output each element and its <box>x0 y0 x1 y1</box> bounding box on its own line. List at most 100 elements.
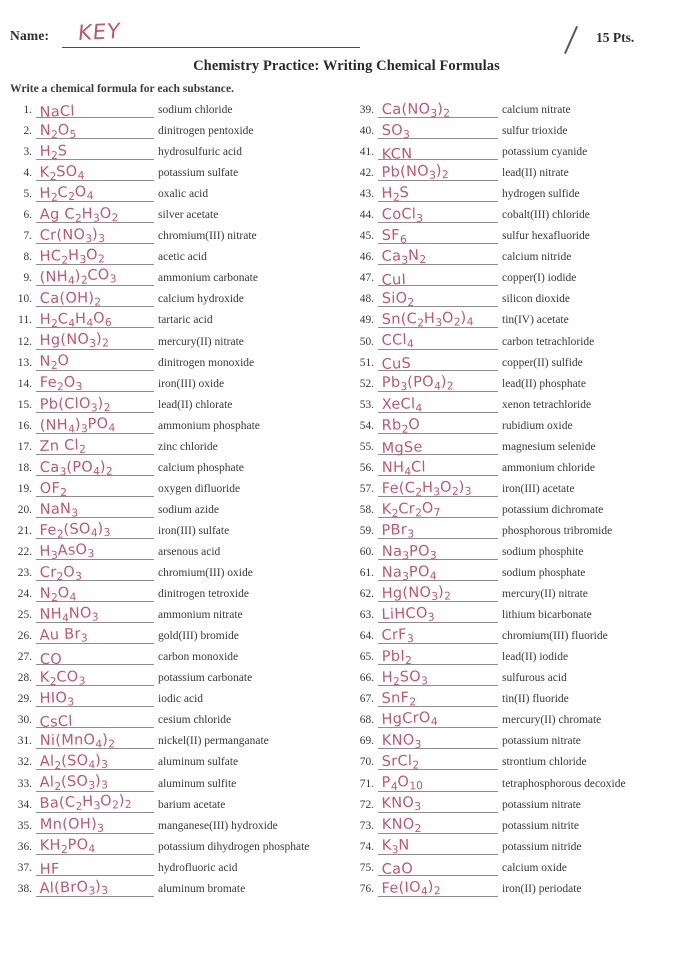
answer-blank[interactable]: CuS <box>378 353 498 374</box>
answer-blank[interactable]: Rb2O <box>378 416 498 437</box>
answer-blank[interactable]: NaN3 <box>36 500 154 521</box>
item-number: 57. <box>359 482 374 495</box>
answer-blank[interactable]: N2O5 <box>36 121 154 142</box>
answer-blank[interactable]: CsCl <box>36 710 154 731</box>
substance-name: dinitrogen pentoxide <box>158 125 254 138</box>
answer-blank[interactable]: KNO2 <box>378 816 498 837</box>
answer-blank[interactable]: Ni(MnO4)2 <box>36 731 154 752</box>
answer-blank[interactable]: Al(BrO3)3 <box>36 878 154 900</box>
answer-blank[interactable]: H2C2O4 <box>36 184 154 205</box>
answer-blank[interactable]: Al2(SO3)3 <box>36 773 154 795</box>
answer-blank[interactable]: XeCl4 <box>378 395 498 416</box>
answer-blank[interactable]: CCl4 <box>378 332 498 353</box>
answer-blank[interactable]: CoCl3 <box>378 205 498 226</box>
answer-blank[interactable]: SnF2 <box>378 689 498 710</box>
item-number: 6. <box>23 209 32 222</box>
answer-blank[interactable]: PbI2 <box>378 647 498 668</box>
answer-blank[interactable]: Ca3(PO4)2 <box>36 458 154 479</box>
answer-blank[interactable]: N2O <box>36 353 154 374</box>
answer-blank[interactable]: Au Br3 <box>36 626 154 647</box>
answer-blank[interactable]: Fe2(SO4)3 <box>36 520 154 542</box>
substance-name: copper(II) sulfide <box>502 356 583 369</box>
answer-blank[interactable]: HF <box>36 858 154 879</box>
answer-blank[interactable]: Ba(C2H3O2)2 <box>36 793 154 816</box>
formula-item-row: 43. H2S hydrogen sulfide <box>348 184 693 205</box>
answer-blank[interactable]: CO <box>36 647 154 668</box>
answer-blank[interactable]: NaCl <box>36 100 154 121</box>
formula-item-row: 55. MgSe magnesium selenide <box>348 437 693 458</box>
answer-blank[interactable]: CaO <box>378 858 498 879</box>
substance-name: manganese(III) hydroxide <box>158 819 278 832</box>
answer-blank[interactable]: K2Cr2O7 <box>378 500 498 521</box>
answer-blank[interactable]: Ca(NO3)2 <box>378 100 498 121</box>
answer-blank[interactable]: HIO3 <box>36 689 154 710</box>
handwritten-formula: KNO2 <box>381 816 422 836</box>
answer-blank[interactable]: CuI <box>378 268 498 289</box>
answer-blank[interactable]: Pb3(PO4)2 <box>378 374 498 395</box>
answer-blank[interactable]: OF2 <box>36 479 154 500</box>
substance-name: potassium nitrite <box>502 819 579 832</box>
answer-blank[interactable]: Al2(SO4)3 <box>36 752 154 773</box>
answer-blank[interactable]: SF6 <box>378 226 498 247</box>
answer-blank[interactable]: Fe(C2H3O2)3 <box>378 479 498 500</box>
answer-blank[interactable]: P4O10 <box>378 774 498 795</box>
answer-blank[interactable]: K3N <box>378 837 498 858</box>
substance-name: cobalt(III) chloride <box>502 209 590 222</box>
items-columns: 1. NaCl sodium chloride 2. N2O5 dinitrogen pe… <box>0 100 693 940</box>
answer-blank[interactable]: H2C4H4O6 <box>36 310 154 331</box>
answer-blank[interactable]: MgSe <box>378 437 498 458</box>
answer-blank[interactable]: Ag C2H3O2 <box>36 205 154 226</box>
answer-blank[interactable]: Fe(IO4)2 <box>378 879 498 900</box>
answer-blank[interactable]: K2CO3 <box>36 668 154 689</box>
answer-blank[interactable]: Sn(C2H3O2)4 <box>378 310 498 331</box>
answer-blank[interactable]: LiHCO3 <box>378 605 498 626</box>
formula-item-row: 22. H3AsO3 arsenous acid <box>6 542 352 563</box>
item-number: 8. <box>23 251 32 264</box>
answer-blank[interactable]: SiO2 <box>378 289 498 310</box>
answer-blank[interactable]: HgCrO4 <box>378 710 498 731</box>
item-number: 2. <box>23 125 32 138</box>
item-number: 29. <box>17 693 32 706</box>
answer-blank[interactable]: Cr2O3 <box>36 563 154 584</box>
substance-name: lead(II) chlorate <box>158 398 233 411</box>
answer-blank[interactable]: KNO3 <box>378 795 498 816</box>
answer-blank[interactable]: NH4Cl <box>378 458 498 479</box>
item-number: 51. <box>359 356 374 369</box>
answer-blank[interactable]: SO3 <box>378 121 498 142</box>
answer-blank[interactable]: Pb(NO3)2 <box>378 163 498 184</box>
answer-blank[interactable]: Ca(OH)2 <box>36 289 154 310</box>
answer-blank[interactable]: Cr(NO3)3 <box>36 226 154 247</box>
item-number: 20. <box>17 503 32 516</box>
answer-blank[interactable]: KCN <box>378 142 498 163</box>
answer-blank[interactable]: KNO3 <box>378 731 498 752</box>
answer-blank[interactable]: CrF3 <box>378 626 498 647</box>
answer-blank[interactable]: (NH4)3PO4 <box>36 416 154 437</box>
answer-blank[interactable]: Zn Cl2 <box>36 437 154 458</box>
answer-blank[interactable]: KH2PO4 <box>36 837 154 858</box>
answer-blank[interactable]: Na3PO4 <box>378 563 498 584</box>
substance-name: sulfurous acid <box>502 672 567 685</box>
formula-item-row: 70. SrCl2 strontium chloride <box>348 752 693 773</box>
substance-name: gold(III) bromide <box>158 630 239 643</box>
answer-blank[interactable]: H2SO3 <box>378 668 498 689</box>
answer-blank[interactable]: NH4NO3 <box>36 605 154 626</box>
answer-blank[interactable]: PBr3 <box>378 521 498 542</box>
answer-blank[interactable]: Na3PO3 <box>378 542 498 563</box>
handwritten-formula: Ca(NO3)2 <box>381 101 451 120</box>
answer-blank[interactable]: H2S <box>378 184 498 205</box>
answer-blank[interactable]: SrCl2 <box>378 752 498 773</box>
answer-blank[interactable]: Hg(NO3)2 <box>378 584 498 605</box>
instruction-text: Write a chemical formula for each substa… <box>10 82 235 95</box>
answer-blank[interactable]: Ca3N2 <box>378 247 498 268</box>
answer-blank[interactable]: Fe2O3 <box>36 374 154 395</box>
answer-blank[interactable]: (NH4)2CO3 <box>36 267 154 289</box>
answer-blank[interactable]: Pb(ClO3)2 <box>36 395 154 416</box>
item-number: 13. <box>17 356 32 369</box>
answer-blank[interactable]: N2O4 <box>36 584 154 605</box>
answer-blank[interactable]: H3AsO3 <box>36 542 154 563</box>
answer-blank[interactable]: HC2H3O2 <box>36 247 154 268</box>
answer-blank[interactable]: K2SO4 <box>36 163 154 184</box>
answer-blank[interactable]: Mn(OH)3 <box>36 816 154 837</box>
answer-blank[interactable]: Hg(NO3)2 <box>36 331 154 353</box>
answer-blank[interactable]: H2S <box>36 142 154 163</box>
